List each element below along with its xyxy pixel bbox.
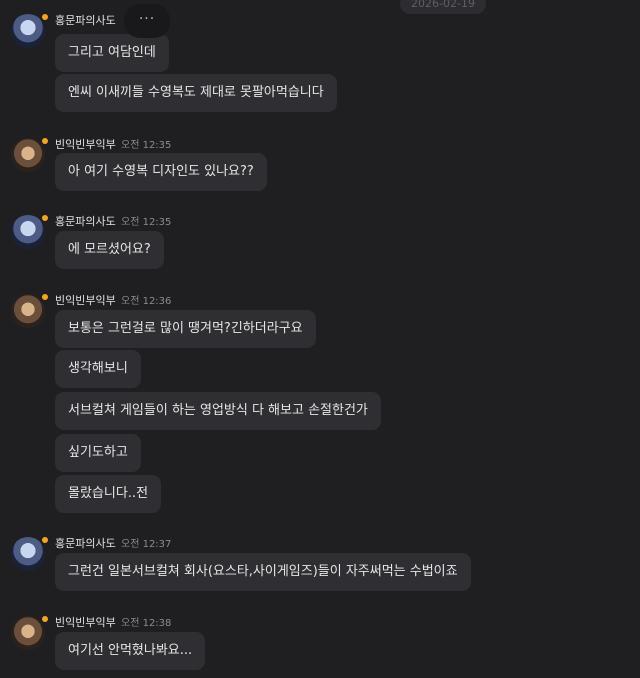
status-dot-icon [42, 215, 48, 221]
message-bubble[interactable]: 몰랐습니다..전 [55, 475, 162, 513]
message-time: 오전 12:38 [121, 618, 172, 629]
message-bubble[interactable]: 에 모르셨어요? [55, 231, 164, 269]
sender-name[interactable]: 홍문파의사도 [55, 535, 116, 551]
date-pill: 2026-02-19 [400, 0, 486, 14]
message-time: 오전 12:37 [121, 539, 172, 550]
avatar[interactable] [11, 138, 45, 172]
status-dot-icon [42, 138, 48, 144]
sender-name[interactable]: 빈익빈부익부 [55, 136, 116, 152]
sender-name[interactable]: 홍문파의사도 [55, 213, 116, 229]
sender-name[interactable]: 빈익빈부익부 [55, 292, 116, 308]
message-bubble[interactable]: 엔씨 이새끼들 수영복도 제대로 못팔아먹습니다 [55, 74, 337, 112]
message-time: 오전 12:35 [121, 140, 172, 151]
message-bubble[interactable]: 그런건 일본서브컬쳐 회사(요스타,사이게임즈)들이 자주써먹는 수법이죠 [55, 553, 471, 591]
message-bubble[interactable]: 서브컬쳐 게임들이 하는 영업방식 다 해보고 손절한건가 [55, 392, 381, 430]
avatar[interactable] [11, 294, 45, 328]
sender-name[interactable]: 빈익빈부익부 [55, 614, 116, 630]
sender-name[interactable]: 홍문파의사도 [55, 12, 116, 28]
avatar[interactable] [11, 537, 45, 571]
avatar[interactable] [11, 215, 45, 249]
avatar[interactable] [11, 616, 45, 650]
message-bubble[interactable]: 아 여기 수영복 디자인도 있나요?? [55, 153, 267, 191]
message-bubble[interactable]: 여기선 안먹혔나봐요... [55, 632, 206, 670]
message-bubble[interactable]: 그리고 여담인데 [55, 34, 169, 72]
message-bubble[interactable]: 생각해보니 [55, 350, 141, 388]
message-time: 오전 12:35 [121, 217, 172, 228]
message-bubble[interactable]: 보통은 그런걸로 많이 땡겨먹?긴하더라구요 [55, 310, 316, 348]
avatar[interactable] [11, 14, 45, 48]
status-dot-icon [42, 294, 48, 300]
more-options-button[interactable]: ··· [124, 4, 170, 38]
message-time: 오전 12:36 [121, 296, 172, 307]
status-dot-icon [42, 14, 48, 20]
status-dot-icon [42, 616, 48, 622]
status-dot-icon [42, 537, 48, 543]
message-bubble[interactable]: 싶기도하고 [55, 434, 141, 472]
